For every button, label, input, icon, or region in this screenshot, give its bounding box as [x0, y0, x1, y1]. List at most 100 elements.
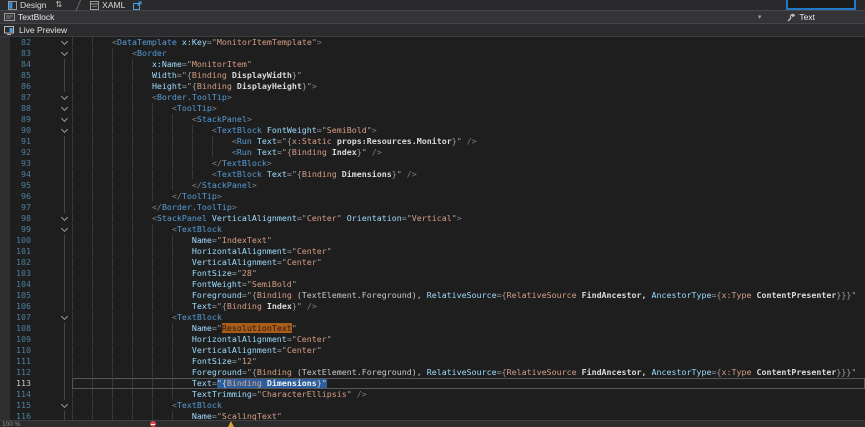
line-number: 101 [10, 246, 36, 257]
code-text: FontWeight="SemiBold" [72, 279, 865, 290]
chevron-down-icon[interactable] [60, 115, 67, 122]
warning-icon[interactable] [228, 421, 234, 427]
line-number: 92 [10, 147, 36, 158]
code-line[interactable]: 87 <Border.ToolTip> [0, 92, 865, 103]
code-line[interactable]: 95 </StackPanel> [0, 180, 865, 191]
glyph-margin [0, 158, 10, 169]
code-line[interactable]: 83 <Border [0, 48, 865, 59]
code-line[interactable]: 88 <ToolTip> [0, 103, 865, 114]
code-line[interactable]: 100 Name="IndexText" [0, 235, 865, 246]
chevron-down-icon[interactable] [60, 38, 67, 45]
code-line[interactable]: 94 <TextBlock Text="{Binding Dimensions}… [0, 169, 865, 180]
code-line[interactable]: 91 <Run Text="{x:Static props:Resources.… [0, 136, 865, 147]
code-text: Width="{Binding DisplayWidth}" [72, 70, 865, 81]
code-line[interactable]: 108 Name="ResolutionText" [0, 323, 865, 334]
code-line[interactable]: 82 <DataTemplate x:Key="MonitorItemTempl… [0, 37, 865, 48]
tab-xaml[interactable]: XAML [87, 0, 128, 10]
glyph-margin [0, 389, 10, 400]
code-text: </TextBlock> [72, 158, 865, 169]
line-number: 93 [10, 158, 36, 169]
chevron-down-icon[interactable] [60, 313, 67, 320]
line-number: 91 [10, 136, 36, 147]
line-number: 99 [10, 224, 36, 235]
chevron-down-icon[interactable] [60, 214, 67, 221]
glyph-margin [0, 48, 10, 59]
view-switcher-bar: Design ⇅ XAML [0, 0, 865, 11]
code-line[interactable]: 85 Width="{Binding DisplayWidth}" [0, 70, 865, 81]
outline-guide [64, 235, 65, 246]
code-line[interactable]: 110 VerticalAlignment="Center" [0, 345, 865, 356]
code-text: <DataTemplate x:Key="MonitorItemTemplate… [72, 37, 865, 48]
code-line[interactable]: 92 <Run Text="{Binding Index}" /> [0, 147, 865, 158]
code-text: Foreground="{Binding (TextElement.Foregr… [72, 290, 865, 301]
focused-element-outline [786, 0, 856, 10]
chevron-down-icon[interactable] [60, 225, 67, 232]
tab-design[interactable]: Design [5, 0, 49, 10]
code-line[interactable]: 106 Text="{Binding Index}" /> [0, 301, 865, 312]
outline-guide [64, 246, 65, 257]
line-number: 103 [10, 268, 36, 279]
chevron-down-icon[interactable] [60, 49, 67, 56]
code-line[interactable]: 113 Text="{Binding Dimensions}" [0, 378, 865, 389]
code-line[interactable]: 96 </ToolTip> [0, 191, 865, 202]
line-number: 95 [10, 180, 36, 191]
code-line[interactable]: 90 <TextBlock FontWeight="SemiBold"> [0, 125, 865, 136]
code-line[interactable]: 104 FontWeight="SemiBold" [0, 279, 865, 290]
glyph-margin [0, 37, 10, 48]
glyph-margin [0, 345, 10, 356]
code-line[interactable]: 99 <TextBlock [0, 224, 865, 235]
code-text: <ToolTip> [72, 103, 865, 114]
code-line[interactable]: 84 x:Name="MonitorItem" [0, 59, 865, 70]
chevron-down-icon[interactable] [60, 126, 67, 133]
line-number: 105 [10, 290, 36, 301]
line-number: 113 [10, 378, 36, 389]
code-line[interactable]: 101 HorizontalAlignment="Center" [0, 246, 865, 257]
outline-guide [64, 334, 65, 345]
code-line[interactable]: 102 VerticalAlignment="Center" [0, 257, 865, 268]
code-text: FontSize="28" [72, 268, 865, 279]
code-line[interactable]: 114 TextTrimming="CharacterEllipsis" /> [0, 389, 865, 400]
chevron-down-icon[interactable] [60, 104, 67, 111]
code-line[interactable]: 115 <TextBlock [0, 400, 865, 411]
popout-window-button[interactable] [133, 1, 142, 10]
line-number: 111 [10, 356, 36, 367]
live-preview-bar[interactable]: Live Preview [0, 24, 865, 37]
glyph-margin [0, 400, 10, 411]
code-line[interactable]: 89 <StackPanel> [0, 114, 865, 125]
zoom-level-label[interactable]: 100 % [2, 421, 20, 427]
code-line[interactable]: 111 FontSize="12" [0, 356, 865, 367]
code-line[interactable]: 109 HorizontalAlignment="Center" [0, 334, 865, 345]
glyph-margin [0, 103, 10, 114]
breadcrumb-actions: ▾ Text [758, 12, 815, 22]
code-line[interactable]: 107 <TextBlock [0, 312, 865, 323]
code-text: Height="{Binding DisplayHeight}"> [72, 81, 865, 92]
code-line[interactable]: 98 <StackPanel VerticalAlignment="Center… [0, 213, 865, 224]
chevron-down-icon[interactable] [60, 93, 67, 100]
wrench-icon[interactable] [787, 13, 796, 22]
property-action-label[interactable]: Text [799, 12, 815, 22]
line-number: 86 [10, 81, 36, 92]
dropdown-caret-icon[interactable]: ▾ [758, 13, 762, 21]
code-line[interactable]: 112 Foreground="{Binding (TextElement.Fo… [0, 367, 865, 378]
code-text: HorizontalAlignment="Center" [72, 246, 865, 257]
swap-views-icon[interactable]: ⇅ [55, 0, 62, 10]
breadcrumb: TextBlock ▾ Text [0, 11, 865, 24]
outline-guide [64, 378, 65, 389]
line-number: 104 [10, 279, 36, 290]
code-line[interactable]: 105 Foreground="{Binding (TextElement.Fo… [0, 290, 865, 301]
code-text: <Run Text="{Binding Index}" /> [72, 147, 865, 158]
editor-status-strip: 100 % [0, 420, 865, 427]
tab-design-label: Design [20, 0, 46, 10]
code-editor[interactable]: 82 <DataTemplate x:Key="MonitorItemTempl… [0, 37, 865, 427]
code-line[interactable]: 97 </Border.ToolTip> [0, 202, 865, 213]
line-number: 94 [10, 169, 36, 180]
live-preview-icon [4, 26, 15, 35]
glyph-margin [0, 59, 10, 70]
breadcrumb-element[interactable]: TextBlock [4, 12, 54, 22]
code-line[interactable]: 86 Height="{Binding DisplayHeight}"> [0, 81, 865, 92]
chevron-down-icon[interactable] [60, 401, 67, 408]
error-icon[interactable] [150, 421, 156, 427]
code-line[interactable]: 93 </TextBlock> [0, 158, 865, 169]
code-line[interactable]: 103 FontSize="28" [0, 268, 865, 279]
code-text: Text="{Binding Dimensions}" [72, 378, 865, 389]
